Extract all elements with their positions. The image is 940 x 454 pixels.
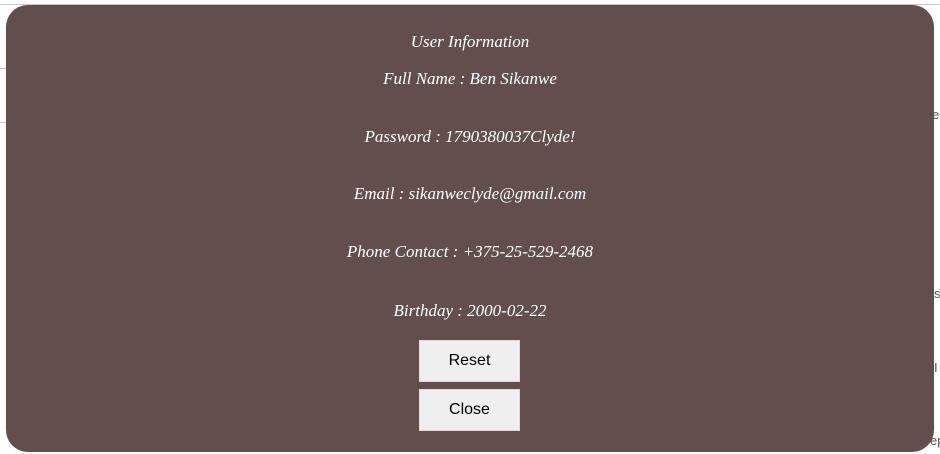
- phone-contact-row: Phone Contact : +375-25-529-2468: [346, 242, 594, 261]
- background-text-fragment: s: [934, 286, 940, 301]
- background-text-fragment: I: [934, 360, 938, 375]
- birthday-row: Birthday : 2000-02-22: [393, 301, 547, 320]
- close-button[interactable]: Close: [419, 389, 520, 431]
- reset-button[interactable]: Reset: [419, 340, 520, 382]
- user-information-modal: User Information Full Name : Ben Sikanwe…: [6, 5, 934, 452]
- full-name-row: Full Name : Ben Sikanwe: [383, 69, 557, 88]
- password-row: Password : 1790380037Clyde!: [364, 127, 576, 146]
- email-row: Email : sikanweclyde@gmail.com: [353, 184, 587, 203]
- modal-title: User Information: [410, 32, 530, 51]
